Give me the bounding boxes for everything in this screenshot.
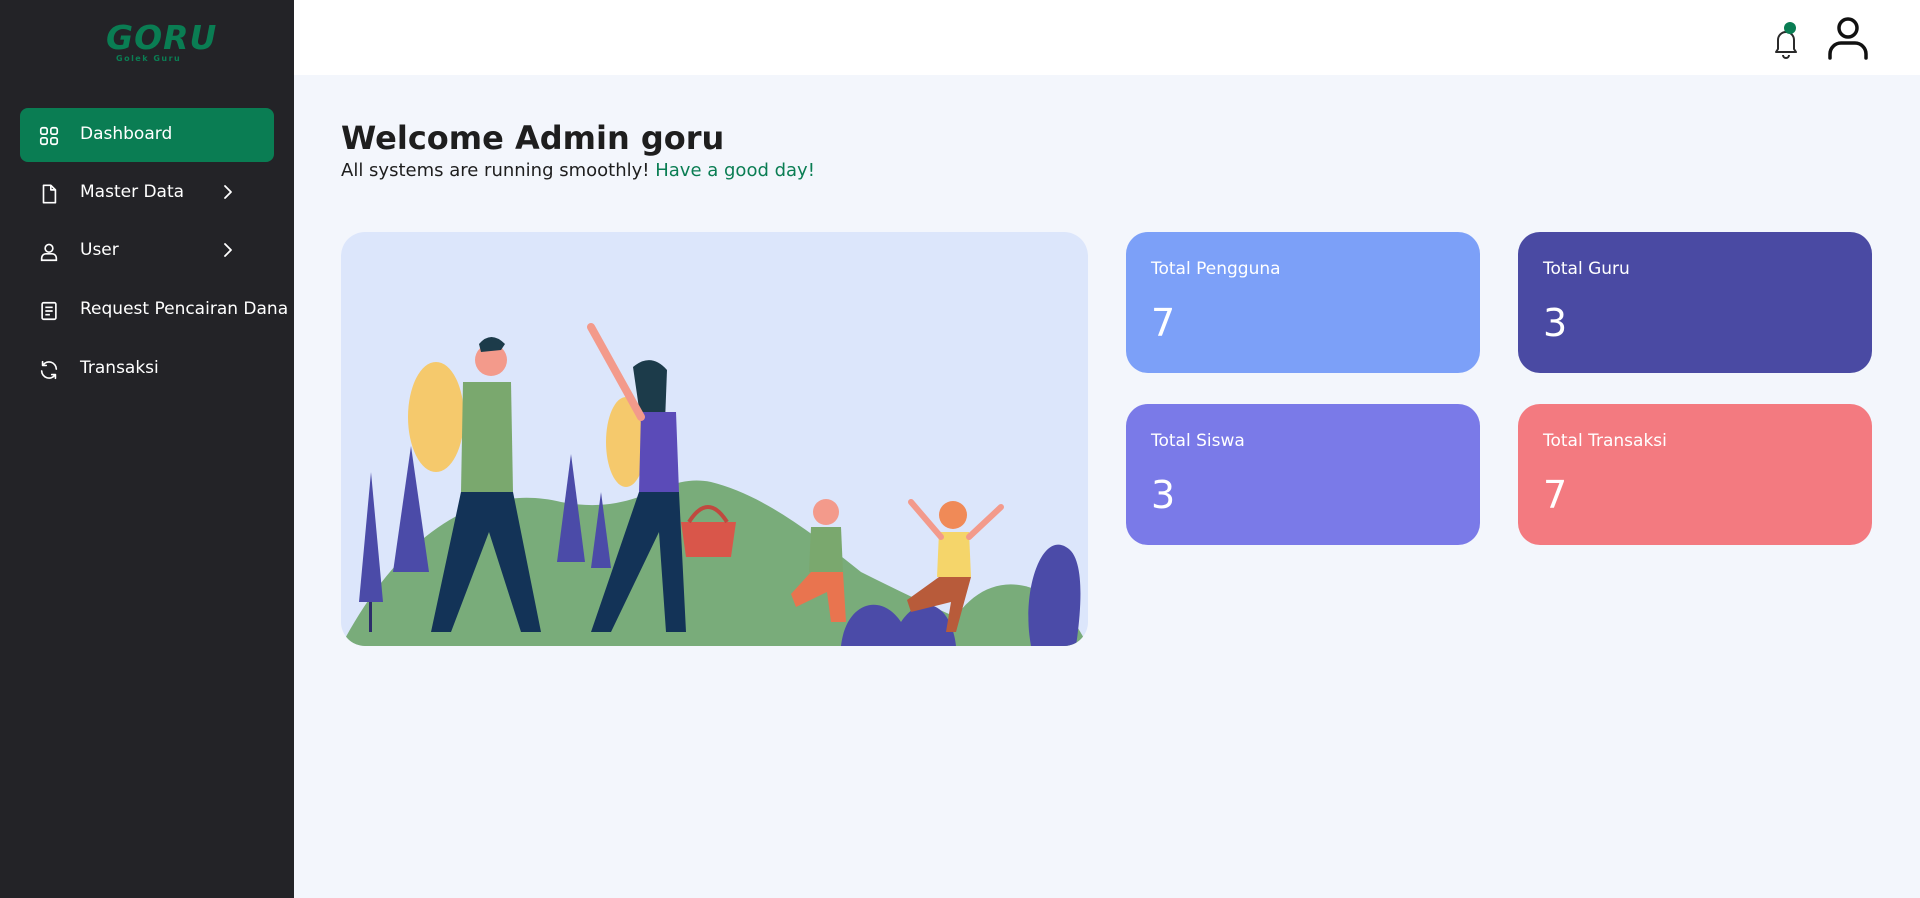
sidebar-item-transaksi[interactable]: Transaksi	[20, 342, 274, 396]
subtitle-text: All systems are running smoothly!	[341, 160, 650, 181]
sidebar-item-label: Dashboard	[80, 124, 173, 144]
sidebar-item-master-data[interactable]: Master Data	[20, 166, 274, 220]
stat-label: Total Transaksi	[1543, 431, 1667, 451]
receipt-icon	[38, 300, 60, 322]
top-header	[294, 0, 1920, 75]
stat-card-total-guru[interactable]: Total Guru 3	[1518, 232, 1872, 373]
logo-text: GORU	[106, 18, 218, 57]
user-avatar-icon[interactable]	[1825, 14, 1871, 60]
sidebar-item-label: User	[80, 240, 119, 260]
stat-label: Total Guru	[1543, 259, 1630, 279]
chevron-right-icon[interactable]	[218, 240, 238, 260]
refresh-icon	[38, 359, 60, 381]
chevron-right-icon[interactable]	[218, 182, 238, 202]
sidebar: GORU Golek Guru Dashboard Master Data Us…	[0, 0, 294, 898]
stat-card-total-siswa[interactable]: Total Siswa 3	[1126, 404, 1480, 545]
sidebar-item-user[interactable]: User	[20, 224, 274, 278]
stat-card-total-transaksi[interactable]: Total Transaksi 7	[1518, 404, 1872, 545]
sidebar-item-request-pencairan-dana[interactable]: Request Pencairan Dana	[20, 283, 288, 337]
user-icon	[38, 241, 60, 263]
page-title: Welcome Admin goru	[341, 119, 725, 157]
logo-tagline: Golek Guru	[116, 54, 182, 63]
stat-card-total-pengguna[interactable]: Total Pengguna 7	[1126, 232, 1480, 373]
document-icon	[38, 183, 60, 205]
stat-value: 3	[1151, 473, 1176, 517]
notification-dot	[1784, 22, 1796, 34]
stat-value: 3	[1543, 301, 1568, 345]
subtitle-accent: Have a good day!	[655, 160, 815, 181]
sidebar-item-label: Request Pencairan Dana	[80, 299, 289, 319]
stat-label: Total Siswa	[1151, 431, 1245, 451]
stat-label: Total Pengguna	[1151, 259, 1281, 279]
sidebar-item-dashboard[interactable]: Dashboard	[20, 108, 274, 162]
grid-icon	[38, 125, 60, 147]
stat-value: 7	[1543, 473, 1568, 517]
page-subtitle: All systems are running smoothly! Have a…	[341, 159, 815, 183]
hero-illustration	[341, 232, 1088, 646]
sidebar-item-label: Transaksi	[80, 358, 159, 378]
stat-value: 7	[1151, 301, 1176, 345]
sidebar-item-label: Master Data	[80, 182, 185, 202]
goru-logo[interactable]: GORU Golek Guru	[106, 20, 216, 66]
